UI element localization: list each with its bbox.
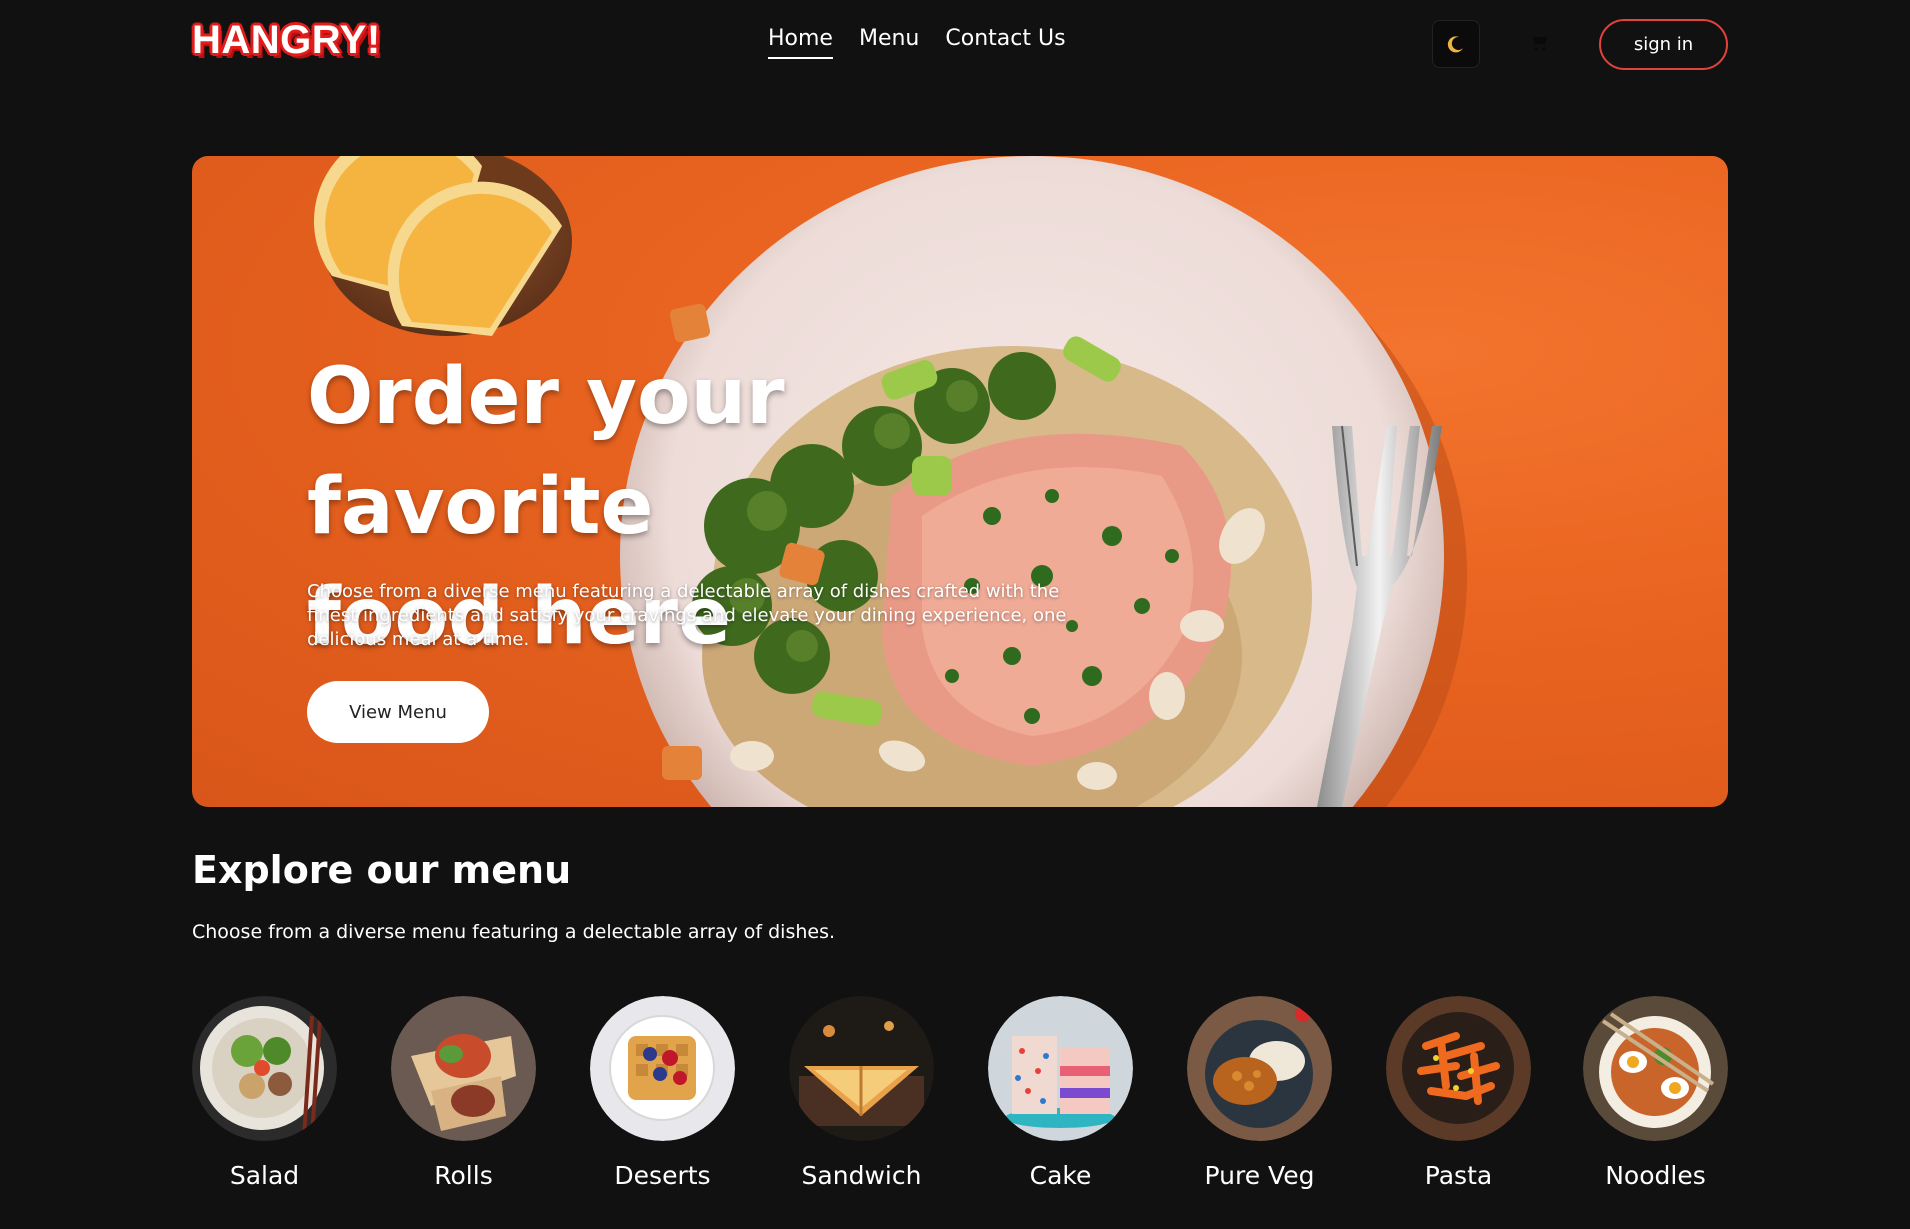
nav-menu[interactable]: Menu [859,26,919,59]
moon-icon [1447,36,1463,53]
noodles-image [1583,996,1728,1141]
category-label: Pure Veg [1204,1161,1315,1190]
category-label: Rolls [434,1161,493,1190]
category-pasta[interactable]: Pasta [1386,996,1531,1190]
category-cake[interactable]: Cake [988,996,1133,1190]
category-label: Noodles [1605,1161,1706,1190]
category-salad[interactable]: Salad [192,996,337,1190]
category-rolls[interactable]: Rolls [391,996,536,1190]
hero-banner: Order your favorite food here Choose fro… [192,156,1728,807]
category-sandwich[interactable]: Sandwich [789,996,934,1190]
pasta-image [1386,996,1531,1141]
explore-menu-title: Explore our menu [192,848,572,892]
main-nav: Home Menu Contact Us [768,26,1066,59]
hangry-logo[interactable]: HANGRY! [192,20,381,60]
nav-contact-us[interactable]: Contact Us [945,26,1065,59]
deserts-image [590,996,735,1141]
cart-icon [1529,34,1549,51]
menu-categories: Salad Rolls Deserts Sandwich Cake Pure V… [192,996,1728,1196]
category-pure-veg[interactable]: Pure Veg [1187,996,1332,1190]
hero-title-line1: Order your favorite [307,352,785,552]
category-label: Sandwich [801,1161,922,1190]
pure-veg-image [1187,996,1332,1141]
category-deserts[interactable]: Deserts [590,996,735,1190]
category-label: Cake [1029,1161,1092,1190]
category-label: Pasta [1424,1161,1493,1190]
category-noodles[interactable]: Noodles [1583,996,1728,1190]
rolls-image [391,996,536,1141]
explore-menu-subtitle: Choose from a diverse menu featuring a d… [192,921,836,943]
cart-button[interactable] [1524,28,1554,58]
sandwich-image [789,996,934,1141]
category-label: Salad [229,1161,300,1190]
site-header: HANGRY! Home Menu Contact Us sign in [192,0,1728,88]
nav-home[interactable]: Home [768,26,833,59]
view-menu-button[interactable]: View Menu [307,681,489,743]
hero-description: Choose from a diverse menu featuring a d… [307,581,1067,650]
sign-in-button[interactable]: sign in [1599,19,1728,70]
cake-image [988,996,1133,1141]
salad-image [192,996,337,1141]
category-label: Deserts [614,1161,711,1190]
theme-toggle-button[interactable] [1432,20,1480,68]
